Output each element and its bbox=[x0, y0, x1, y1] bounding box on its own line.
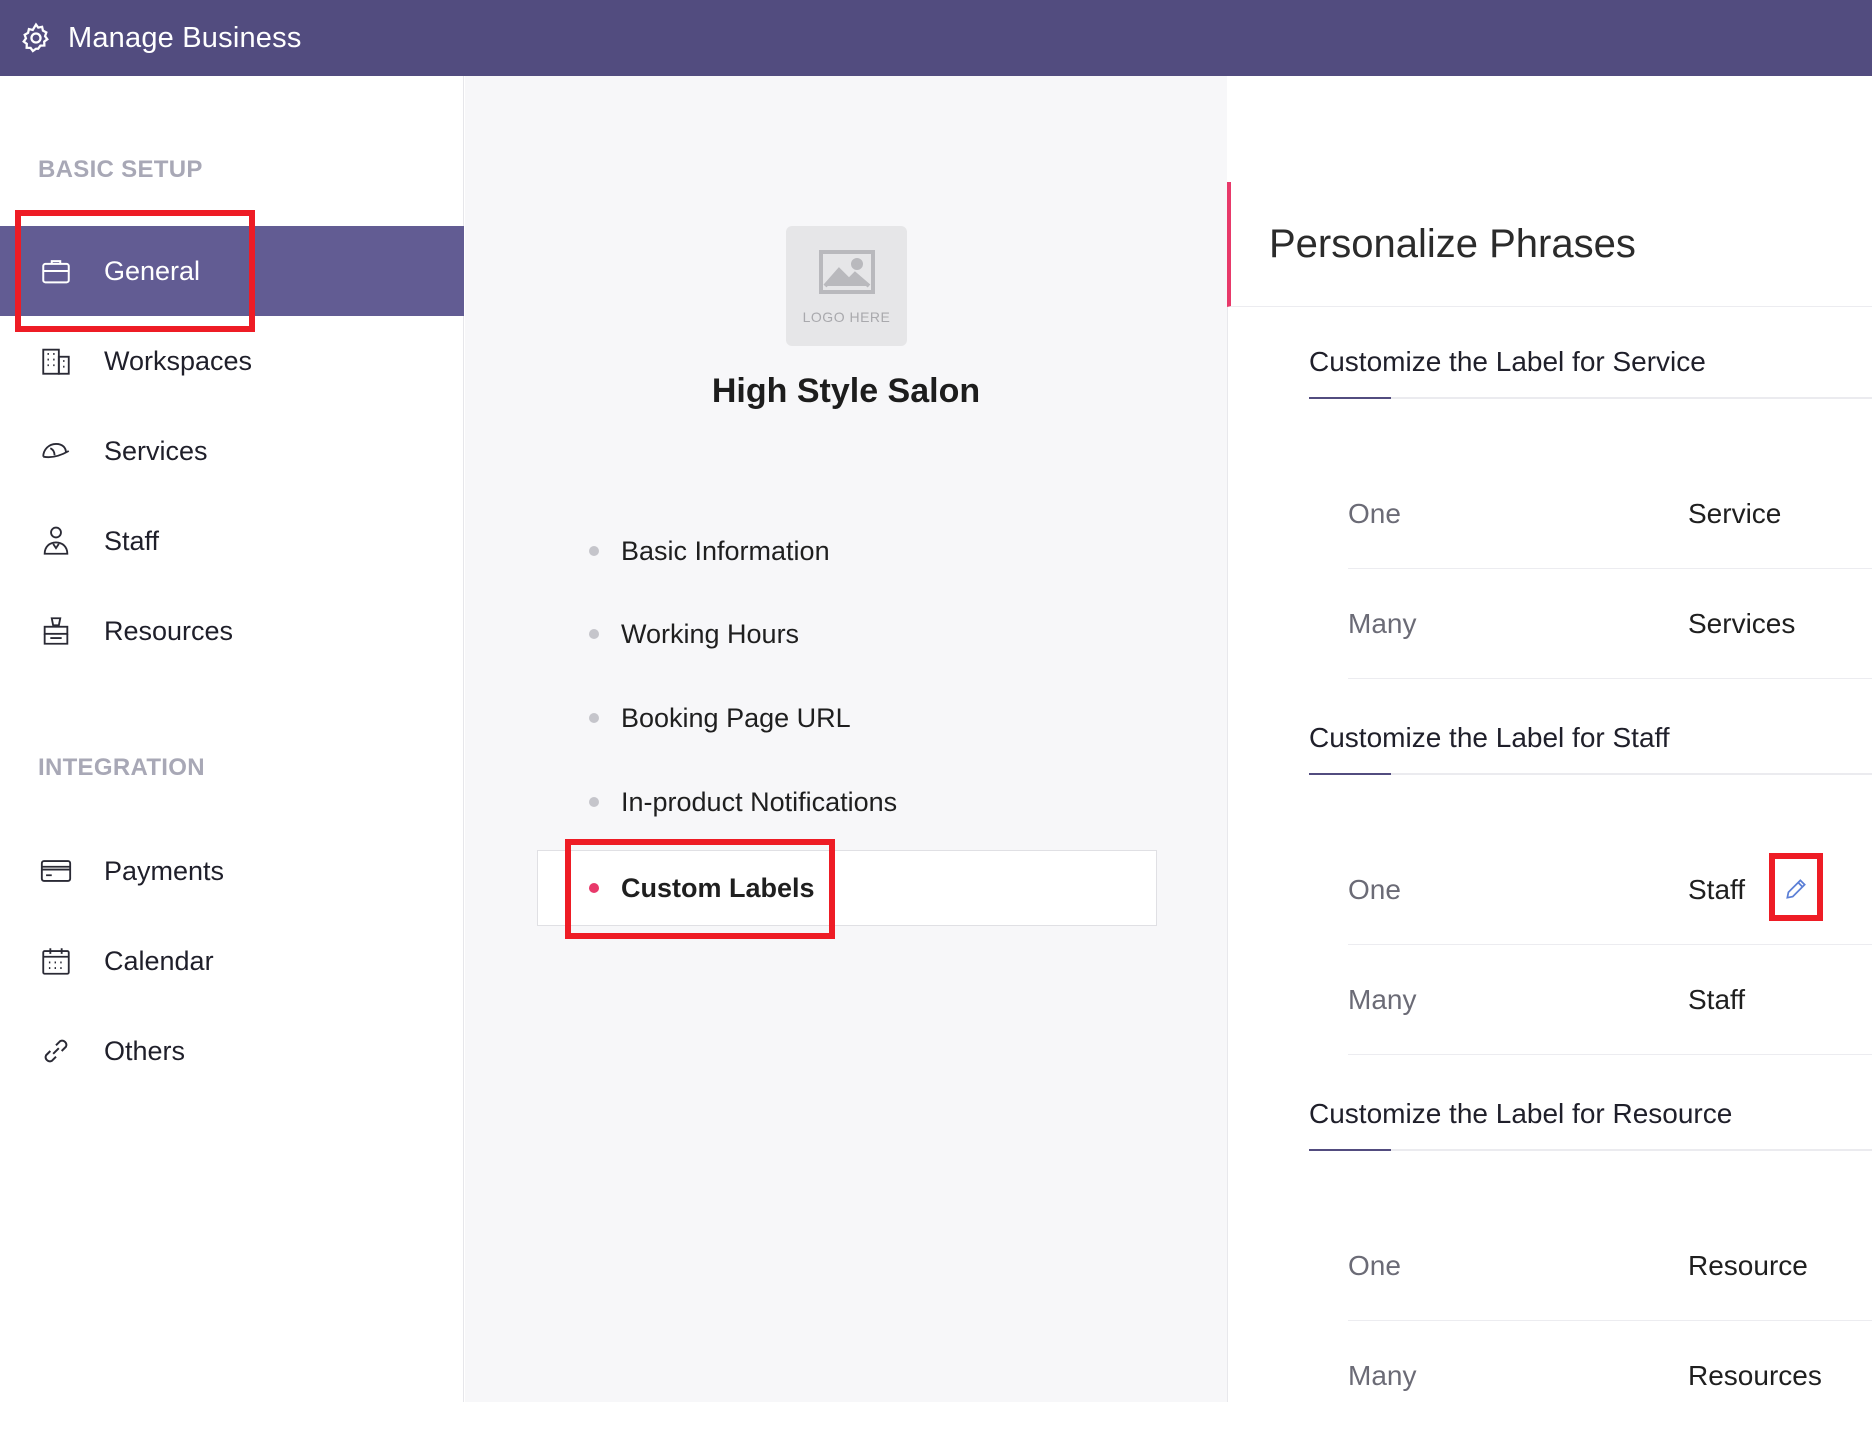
section-title-basic-setup: BASIC SETUP bbox=[38, 156, 203, 183]
sidebar-item-label: Payments bbox=[104, 855, 225, 886]
panel-title: Personalize Phrases bbox=[1227, 182, 1872, 307]
sidebar-item-resources[interactable]: Resources bbox=[0, 586, 464, 676]
sidebar-item-payments[interactable]: Payments bbox=[0, 826, 464, 916]
group-underline bbox=[1309, 1149, 1872, 1151]
sidebar-item-staff[interactable]: Staff bbox=[0, 496, 464, 586]
group-title-service: Customize the Label for Service bbox=[1309, 346, 1706, 377]
chair-icon bbox=[36, 611, 76, 651]
section-title-integration: INTEGRATION bbox=[38, 754, 205, 781]
sidebar-item-label: Staff bbox=[104, 525, 160, 556]
group-underline bbox=[1309, 397, 1872, 399]
business-logo-placeholder[interactable]: LOGO HERE bbox=[786, 226, 907, 346]
person-icon bbox=[36, 521, 76, 561]
highlight-general bbox=[15, 210, 255, 332]
bullet-dot bbox=[589, 797, 599, 807]
app-title: Manage Business bbox=[68, 21, 302, 54]
highlight-custom-labels bbox=[565, 839, 835, 939]
business-name: High Style Salon bbox=[711, 372, 981, 410]
sidebar-item-label: Calendar bbox=[104, 945, 214, 976]
label-key: One bbox=[1348, 498, 1401, 529]
bullet-dot bbox=[589, 546, 599, 556]
top-bar: Manage Business bbox=[0, 0, 1872, 76]
gear-icon[interactable] bbox=[18, 20, 54, 56]
label-row-staff-many[interactable]: Many Staff bbox=[1348, 945, 1872, 1055]
calendar-icon bbox=[36, 941, 76, 981]
menu-item-basic-information[interactable]: Basic Information bbox=[589, 531, 830, 571]
label-row-service-one[interactable]: One Service bbox=[1348, 459, 1872, 569]
menu-item-in-product-notifications[interactable]: In-product Notifications bbox=[589, 782, 897, 822]
label-key: One bbox=[1348, 874, 1401, 905]
label-key: One bbox=[1348, 1250, 1401, 1281]
image-icon bbox=[817, 248, 877, 301]
logo-placeholder-text: LOGO HERE bbox=[802, 308, 891, 325]
label-row-resource-many[interactable]: Many Resources bbox=[1348, 1321, 1872, 1431]
menu-item-label: In-product Notifications bbox=[621, 786, 898, 817]
label-key: Many bbox=[1348, 984, 1417, 1015]
personalize-phrases-panel: Personalize Phrases Customize the Label … bbox=[1227, 76, 1872, 1402]
group-title-staff: Customize the Label for Staff bbox=[1309, 722, 1670, 753]
bullet-dot bbox=[589, 713, 599, 723]
general-panel: LOGO HERE High Style Salon Basic Informa… bbox=[465, 76, 1227, 1402]
label-row-resource-one[interactable]: One Resource bbox=[1348, 1211, 1872, 1321]
label-key: Many bbox=[1348, 608, 1417, 639]
sidebar-item-label: Workspaces bbox=[104, 345, 253, 376]
sidebar-item-label: Others bbox=[104, 1035, 186, 1066]
sidebar-item-calendar[interactable]: Calendar bbox=[0, 916, 464, 1006]
sidebar-item-label: Resources bbox=[104, 615, 234, 646]
sidebar: BASIC SETUP General Workspaces Services … bbox=[0, 76, 464, 1402]
label-row-staff-one[interactable]: One Staff bbox=[1348, 835, 1872, 945]
label-value: Service bbox=[1688, 498, 1782, 529]
menu-item-working-hours[interactable]: Working Hours bbox=[589, 614, 799, 654]
menu-item-label: Booking Page URL bbox=[621, 702, 851, 733]
building-icon bbox=[36, 341, 76, 381]
label-key: Many bbox=[1348, 1360, 1417, 1391]
link-icon bbox=[36, 1031, 76, 1071]
bullet-dot bbox=[589, 629, 599, 639]
menu-item-label: Basic Information bbox=[621, 535, 830, 566]
highlight-edit-icon bbox=[1769, 853, 1823, 921]
menu-item-label: Working Hours bbox=[621, 618, 800, 649]
sidebar-item-others[interactable]: Others bbox=[0, 1006, 464, 1096]
label-value: Staff bbox=[1688, 874, 1746, 905]
label-row-service-many[interactable]: Many Services bbox=[1348, 569, 1872, 679]
sidebar-item-label: Services bbox=[104, 435, 208, 466]
label-value: Resources bbox=[1688, 1360, 1822, 1391]
label-value: Services bbox=[1688, 608, 1796, 639]
card-icon bbox=[36, 851, 76, 891]
sidebar-item-services[interactable]: Services bbox=[0, 406, 464, 496]
group-title-resource: Customize the Label for Resource bbox=[1309, 1098, 1733, 1129]
group-underline bbox=[1309, 773, 1872, 775]
label-value: Staff bbox=[1688, 984, 1746, 1015]
menu-item-booking-page-url[interactable]: Booking Page URL bbox=[589, 698, 851, 738]
panel-divider bbox=[1227, 182, 1228, 1402]
label-value: Resource bbox=[1688, 1250, 1808, 1281]
cap-icon bbox=[36, 431, 76, 471]
